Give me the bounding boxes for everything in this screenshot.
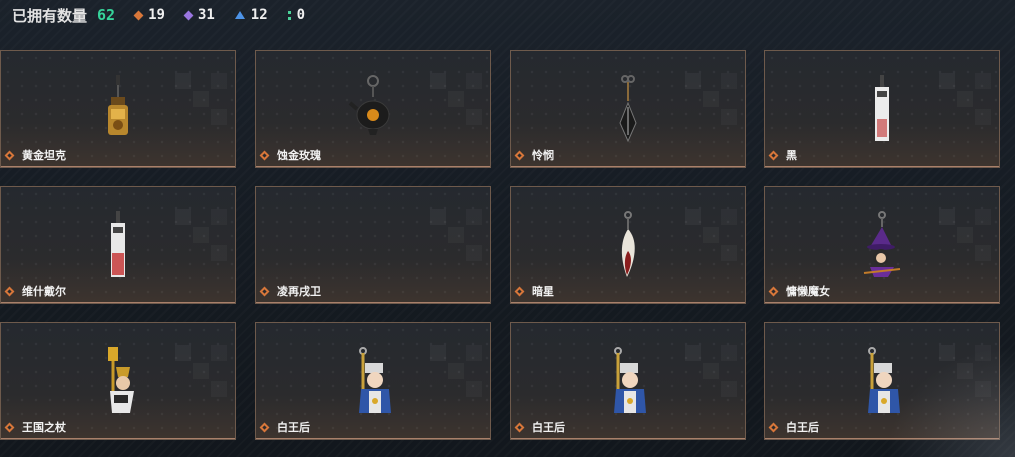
green-dots-icon — [287, 10, 291, 20]
rarity-diamond-icon — [259, 286, 270, 297]
card-decoration — [175, 73, 227, 125]
charm-name: 王国之杖 — [22, 421, 66, 434]
owned-summary-bar: 已拥有数量 62 19 31 12 0 — [12, 3, 305, 27]
rarity-diamond-icon — [259, 422, 270, 433]
white-queen-charm-icon — [868, 347, 900, 413]
charm-name: 凌再戌卫 — [277, 285, 321, 298]
card-decoration — [685, 345, 737, 397]
charm-card[interactable]: 蚀金玫瑰 — [255, 50, 491, 168]
rarity-green-stat: 0 — [287, 7, 306, 23]
charm-card[interactable]: 黄金坦克 — [0, 50, 236, 168]
charm-name: 慵懒魔女 — [786, 285, 830, 298]
charm-card[interactable]: 怜悯 — [510, 50, 746, 168]
rarity-blue-count: 12 — [250, 7, 268, 23]
rarity-purple-stat: 31 — [183, 7, 215, 23]
rarity-diamond-icon — [514, 286, 525, 297]
charm-name: 怜悯 — [532, 149, 554, 162]
white-queen-charm-icon — [614, 347, 646, 413]
charm-card[interactable]: 维什戴尔 — [0, 186, 236, 304]
charm-name: 蚀金玫瑰 — [277, 149, 321, 162]
card-decoration — [939, 345, 991, 397]
teapot-charm-icon — [348, 75, 390, 135]
card-decoration — [175, 209, 227, 261]
rarity-blue-stat: 12 — [234, 7, 268, 23]
card-decoration — [939, 209, 991, 261]
charm-card[interactable]: 凌再戌卫 — [255, 186, 491, 304]
blade-charm-icon — [619, 75, 637, 143]
rarity-diamond-icon — [259, 150, 270, 161]
charm-name: 维什戴尔 — [22, 285, 66, 298]
rarity-diamond-icon — [4, 150, 15, 161]
charm-name: 暗星 — [532, 285, 554, 298]
card-decoration — [175, 345, 227, 397]
charm-name: 黑 — [786, 149, 797, 162]
card-decoration — [430, 209, 482, 261]
charm-card[interactable]: 暗星 — [510, 186, 746, 304]
rarity-diamond-icon — [514, 150, 525, 161]
rarity-diamond-icon — [768, 150, 779, 161]
scepter-king-charm-icon — [108, 347, 134, 413]
rarity-diamond-icon — [514, 422, 525, 433]
blue-triangle-icon — [234, 11, 245, 19]
rarity-orange-count: 19 — [148, 7, 165, 23]
card-decoration — [685, 73, 737, 125]
owned-count-label: 已拥有数量 — [12, 6, 88, 25]
charm-card[interactable]: 白王后 — [764, 322, 1000, 440]
white-queen-charm-icon — [359, 347, 391, 413]
orange-diamond-icon — [133, 10, 144, 20]
rarity-orange-stat: 19 — [133, 7, 165, 23]
purple-diamond-icon — [183, 10, 194, 20]
charm-card[interactable]: 白王后 — [255, 322, 491, 440]
charm-card[interactable]: 慵懒魔女 — [764, 186, 1000, 304]
charm-name: 黄金坦克 — [22, 149, 66, 162]
charm-name: 白王后 — [277, 421, 310, 434]
owned-count-value: 62 — [97, 6, 116, 24]
feather-charm-icon — [621, 211, 635, 277]
card-decoration — [939, 73, 991, 125]
charm-card[interactable]: 黑 — [764, 50, 1000, 168]
rarity-purple-count: 31 — [197, 7, 215, 23]
charm-name: 白王后 — [532, 421, 565, 434]
card-decoration — [685, 209, 737, 261]
rarity-diamond-icon — [768, 286, 779, 297]
rarity-diamond-icon — [4, 422, 15, 433]
charm-card[interactable]: 白王后 — [510, 322, 746, 440]
charm-name: 白王后 — [786, 421, 819, 434]
tag-charm-icon — [875, 75, 889, 141]
rarity-green-count: 0 — [296, 7, 306, 23]
card-decoration — [430, 345, 482, 397]
witch-charm-icon — [863, 211, 901, 277]
tag-charm-icon — [111, 211, 125, 277]
rarity-diamond-icon — [768, 422, 779, 433]
gold-tank-charm-icon — [108, 75, 128, 135]
rarity-diamond-icon — [4, 286, 15, 297]
charm-card[interactable]: 王国之杖 — [0, 322, 236, 440]
card-decoration — [430, 73, 482, 125]
